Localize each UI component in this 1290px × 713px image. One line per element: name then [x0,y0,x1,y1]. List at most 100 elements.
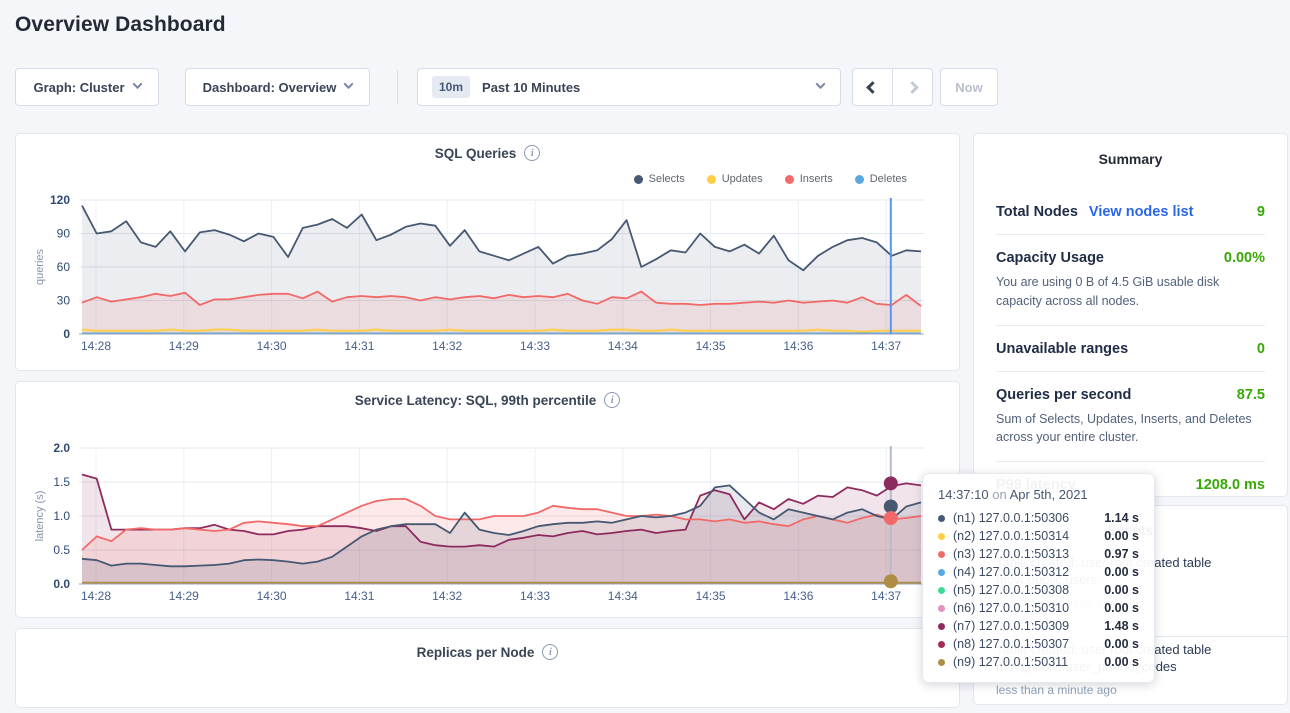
tooltip-node-row: (n9) 127.0.0.1:503110.00 s [938,653,1139,671]
x-tick-label: 14:29 [169,339,199,353]
event-time: less than a minute ago [996,682,1265,699]
time-range-dropdown[interactable]: 10m Past 10 Minutes [417,68,841,106]
node-color-dot-icon [938,569,945,576]
y-tick-label: 120 [50,193,70,207]
time-range-badge: 10m [432,76,470,98]
tooltip-node-row: (n1) 127.0.0.1:503061.14 s [938,509,1139,527]
total-nodes-label: Total Nodes [996,204,1078,220]
summary-card: Summary Total Nodes View nodes list 9 Ca… [973,133,1288,497]
tooltip-node-row: (n8) 127.0.0.1:503070.00 s [938,635,1139,653]
node-color-dot-icon [938,515,945,522]
total-nodes-value: 9 [1257,204,1265,220]
x-tick-label: 14:32 [432,589,462,603]
time-next-button[interactable] [893,69,933,105]
x-tick-label: 14:31 [344,589,374,603]
view-nodes-list-link[interactable]: View nodes list [1089,204,1194,220]
capacity-usage-desc: You are using 0 B of 4.5 GiB usable disk… [996,273,1265,311]
node-color-dot-icon [938,533,945,540]
x-tick-label: 14:33 [520,589,550,603]
tooltip-timestamp: 14:37:10 on Apr 5th, 2021 [938,487,1139,502]
controls-divider [397,70,398,104]
node-color-dot-icon [938,641,945,648]
tooltip-node-value: 0.00 s [1104,565,1139,579]
summary-unavailable-row: Unavailable ranges 0 [996,326,1265,372]
sql-queries-panel: SQL Queries i SelectsUpdatesInsertsDelet… [15,133,960,371]
dashboard-dropdown[interactable]: Dashboard: Overview [185,68,370,106]
x-tick-label: 14:36 [783,589,813,603]
x-tick-label: 14:29 [169,589,199,603]
capacity-usage-label: Capacity Usage [996,250,1104,266]
graph-dropdown-label: Graph: Cluster [33,80,124,95]
graph-dropdown[interactable]: Graph: Cluster [15,68,159,106]
chevron-down-icon [344,79,354,89]
tooltip-node-address: (n6) 127.0.0.1:50310 [953,601,1069,615]
y-tick-label: 1.0 [53,509,70,523]
x-tick-label: 14:31 [344,339,374,353]
service-latency-chart[interactable]: 14:2814:2914:3014:3114:3214:3314:3414:35… [16,382,961,619]
tooltip-node-row: (n4) 127.0.0.1:50312 0.00 s [938,563,1139,581]
replicas-per-node-panel: Replicas per Node i [15,628,960,708]
latency-tooltip: 14:37:10 on Apr 5th, 2021 (n1) 127.0.0.1… [922,473,1155,683]
sql-queries-chart[interactable]: 14:2814:2914:3014:3114:3214:3314:3414:35… [16,134,961,372]
node-color-dot-icon [938,551,945,558]
x-tick-label: 14:28 [81,339,111,353]
tooltip-node-value: 0.00 s [1104,637,1139,651]
hover-dot [884,574,898,588]
y-tick-label: 0 [63,327,70,341]
y-tick-label: 0.5 [53,543,70,557]
capacity-usage-value: 0.00% [1224,250,1265,266]
tooltip-node-row: (n3) 127.0.0.1:50313 0.97 s [938,545,1139,563]
replicas-per-node-title: Replicas per Node [417,645,535,660]
tooltip-node-address: (n7) 127.0.0.1:50309 [953,619,1069,633]
x-tick-label: 14:37 [871,339,901,353]
y-axis-label: latency (s) [34,491,46,542]
x-tick-label: 14:28 [81,589,111,603]
tooltip-node-address: (n4) 127.0.0.1:50312 [953,565,1069,579]
x-tick-label: 14:33 [520,339,550,353]
tooltip-node-value: 0.97 s [1104,547,1139,561]
unavailable-ranges-label: Unavailable ranges [996,341,1128,357]
tooltip-rows: (n1) 127.0.0.1:503061.14 s(n2) 127.0.0.1… [938,509,1139,671]
y-tick-label: 2.0 [53,441,70,455]
y-tick-label: 60 [57,260,71,274]
tooltip-node-value: 1.48 s [1104,619,1139,633]
unavailable-ranges-value: 0 [1257,341,1265,357]
time-prev-button[interactable] [853,69,893,105]
y-tick-label: 0.0 [53,577,70,591]
chevron-right-icon [906,81,919,94]
qps-value: 87.5 [1237,387,1265,403]
info-icon[interactable]: i [542,644,558,660]
node-color-dot-icon [938,623,945,630]
tooltip-node-value: 1.14 s [1104,511,1139,525]
now-button[interactable]: Now [940,68,998,106]
x-tick-label: 14:30 [257,339,287,353]
page-title: Overview Dashboard [15,13,226,37]
x-tick-label: 14:35 [696,589,726,603]
tooltip-time: 14:37:10 [938,487,989,502]
chevron-left-icon [866,81,879,94]
time-nav-group [852,68,933,106]
x-tick-label: 14:34 [608,589,638,603]
summary-capacity-row: Capacity Usage 0.00% You are using 0 B o… [996,235,1265,326]
p99-latency-value: 1208.0 ms [1196,477,1265,493]
hover-dot [884,511,898,525]
time-range-label: Past 10 Minutes [482,80,580,95]
qps-desc: Sum of Selects, Updates, Inserts, and De… [996,410,1265,448]
hover-dot [884,476,898,490]
y-tick-label: 30 [57,294,71,308]
x-tick-label: 14:32 [432,339,462,353]
tooltip-node-row: (n6) 127.0.0.1:50310 0.00 s [938,599,1139,617]
y-axis-label: queries [34,248,46,285]
tooltip-node-value: 0.00 s [1104,529,1139,543]
summary-total-nodes-row: Total Nodes View nodes list 9 [996,189,1265,235]
x-tick-label: 14:36 [783,339,813,353]
dashboard-dropdown-label: Dashboard: Overview [203,80,337,95]
x-tick-label: 14:34 [608,339,638,353]
tooltip-node-value: 0.00 s [1104,583,1139,597]
tooltip-node-address: (n5) 127.0.0.1:50308 [953,583,1069,597]
x-tick-label: 14:37 [871,589,901,603]
tooltip-node-address: (n3) 127.0.0.1:50313 [953,547,1069,561]
now-button-label: Now [955,80,982,95]
tooltip-node-value: 0.00 s [1104,601,1139,615]
node-color-dot-icon [938,587,945,594]
